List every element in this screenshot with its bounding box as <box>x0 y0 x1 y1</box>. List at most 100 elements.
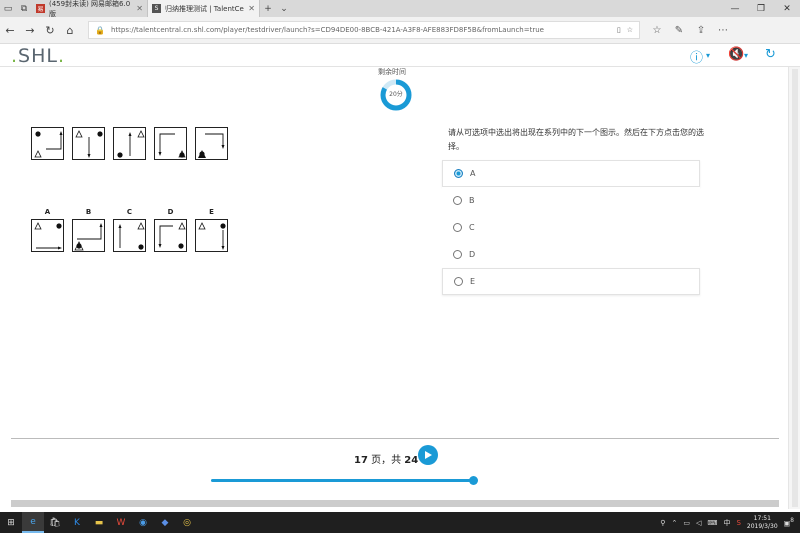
horizontal-scrollbar[interactable] <box>11 500 779 507</box>
shl-tab-icon: S <box>152 4 161 13</box>
mail-icon: 易 <box>36 4 45 13</box>
page-current: 17 <box>354 455 368 466</box>
share-icon[interactable]: ⇪ <box>694 25 708 36</box>
option-figure-c <box>113 219 146 252</box>
refresh-button[interactable]: ↻ <box>40 20 60 40</box>
chevron-up-icon[interactable]: ⌃ <box>671 519 677 527</box>
radio-d[interactable] <box>453 250 462 259</box>
chevron-down-icon[interactable]: ▾ <box>744 51 748 60</box>
answer-label: B <box>469 196 475 205</box>
pen-icon[interactable]: ✎ <box>672 25 686 36</box>
minimize-icon[interactable]: — <box>722 0 748 17</box>
home-button[interactable]: ⌂ <box>60 20 80 40</box>
shl-logo: .SHL. <box>11 45 66 67</box>
close-tab-icon[interactable]: ✕ <box>136 4 143 13</box>
page-indicator: 17 页，共 24 <box>354 451 418 466</box>
answer-option-d[interactable]: D <box>442 241 700 268</box>
favorites-icon[interactable]: ☆ <box>650 25 664 36</box>
keyboard-icon[interactable]: ⌨ <box>707 519 717 527</box>
notification-icon[interactable]: ▣8 <box>784 518 794 527</box>
vertical-scrollbar[interactable] <box>788 67 800 509</box>
series-figure-1 <box>31 127 64 160</box>
kugou-icon[interactable]: K <box>66 512 88 533</box>
question-instruction: 请从可选项中选出将出现在系列中的下一个图示。然后在下方点击您的选择。 <box>448 128 704 151</box>
clock-date: 2019/3/30 <box>746 522 778 530</box>
option-figure-d <box>154 219 187 252</box>
tab-list-icon[interactable]: ▭ <box>0 0 16 17</box>
series-figure-4 <box>154 127 187 160</box>
reading-view-icon[interactable]: ▯ <box>617 26 621 34</box>
radio-e[interactable] <box>454 277 463 286</box>
sogou-icon[interactable]: S <box>736 519 740 527</box>
exit-icon[interactable]: ↻ <box>765 47 776 62</box>
answer-label: D <box>469 250 476 259</box>
maximize-icon[interactable]: ❐ <box>748 0 774 17</box>
answer-option-c[interactable]: C <box>442 214 700 241</box>
people-icon[interactable]: ⚲ <box>660 519 665 527</box>
store-icon[interactable]: 🛍 <box>44 512 66 533</box>
answer-label: A <box>470 169 476 178</box>
option-letter-a: A <box>44 208 51 216</box>
forward-button[interactable]: → <box>20 20 40 40</box>
system-tray: ⚲ ⌃ ▭ ◁ ⌨ 中 S 17:51 2019/3/30 ▣8 <box>660 515 800 531</box>
scroll-thumb[interactable] <box>792 69 798 507</box>
address-input[interactable]: 🔒 https://talentcentral.cn.shl.com/playe… <box>88 21 640 39</box>
answer-option-b[interactable]: B <box>442 187 700 214</box>
address-toolbar: ← → ↻ ⌂ 🔒 https://talentcentral.cn.shl.c… <box>0 17 800 44</box>
sound-off-icon[interactable]: 🔇 <box>728 47 744 62</box>
tab-preview-icon[interactable]: ⧉ <box>16 0 32 17</box>
option-letter-b: B <box>85 208 92 216</box>
clock[interactable]: 17:51 2019/3/30 <box>747 515 778 531</box>
timer-label: 剩余时间 <box>378 68 406 76</box>
timer-value: 20分 <box>389 91 403 98</box>
edge-icon[interactable]: e <box>22 512 44 533</box>
radio-c[interactable] <box>453 223 462 232</box>
progress-bar <box>211 479 475 482</box>
file-explorer-icon[interactable]: ▬ <box>88 512 110 533</box>
option-figure-e <box>195 219 228 252</box>
option-figure-b <box>72 219 105 252</box>
wps-icon[interactable]: W <box>110 512 132 533</box>
answer-option-e[interactable]: E <box>442 268 700 295</box>
help-icon[interactable]: ⓘ <box>690 47 703 66</box>
chevron-down-icon[interactable]: ▾ <box>706 51 710 60</box>
option-letter-c: C <box>126 208 133 216</box>
play-icon <box>425 451 432 459</box>
option-letter-e: E <box>209 208 214 216</box>
radio-a[interactable] <box>454 169 463 178</box>
page-separator: 页，共 <box>367 455 405 466</box>
chrome-icon[interactable]: ◎ <box>176 512 198 533</box>
more-icon[interactable]: ⋯ <box>716 25 730 36</box>
url-text: https://talentcentral.cn.shl.com/player/… <box>110 26 544 34</box>
answer-label: E <box>470 277 476 286</box>
taskbar: ⊞ e 🛍 K ▬ W ◉ ◆ ◎ ⚲ ⌃ ▭ ◁ ⌨ 中 S 17:51 20… <box>0 512 800 533</box>
answer-label: C <box>469 223 475 232</box>
tab-title: 归纳推理测试 | TalentCe <box>165 4 244 13</box>
back-button[interactable]: ← <box>0 20 20 40</box>
chevron-down-icon[interactable]: ⌄ <box>276 0 292 17</box>
close-tab-icon[interactable]: ✕ <box>248 4 255 13</box>
volume-icon[interactable]: ◁ <box>696 519 701 527</box>
tab-shl[interactable]: S 归纳推理测试 | TalentCe ✕ <box>148 0 260 17</box>
next-button[interactable] <box>418 445 438 465</box>
footer-divider <box>11 438 779 439</box>
new-tab-button[interactable]: + <box>260 0 276 17</box>
series-figure-5 <box>195 127 228 160</box>
progress-knob <box>469 476 479 485</box>
qq-browser-icon[interactable]: ◉ <box>132 512 154 533</box>
shield-icon[interactable]: ◆ <box>154 512 176 533</box>
radio-b[interactable] <box>453 196 462 205</box>
windows-start-icon[interactable]: ⊞ <box>0 512 22 533</box>
option-letter-d: D <box>167 208 174 216</box>
battery-icon[interactable]: ▭ <box>683 519 690 527</box>
favorite-star-icon[interactable]: ☆ <box>627 26 633 34</box>
ime-indicator[interactable]: 中 <box>723 518 730 528</box>
notification-count: 8 <box>790 517 794 524</box>
answer-option-a[interactable]: A <box>442 160 700 187</box>
tab-title: (459封未读) 网易邮箱6.0版 <box>49 0 131 18</box>
series-figure-3 <box>113 127 146 160</box>
option-figure-a <box>31 219 64 252</box>
tab-mail[interactable]: 易 (459封未读) 网易邮箱6.0版 ✕ <box>32 0 148 18</box>
app-header: .SHL. ⓘ ▾ 🔇 ▾ ↻ <box>0 45 800 67</box>
close-window-icon[interactable]: ✕ <box>774 0 800 17</box>
